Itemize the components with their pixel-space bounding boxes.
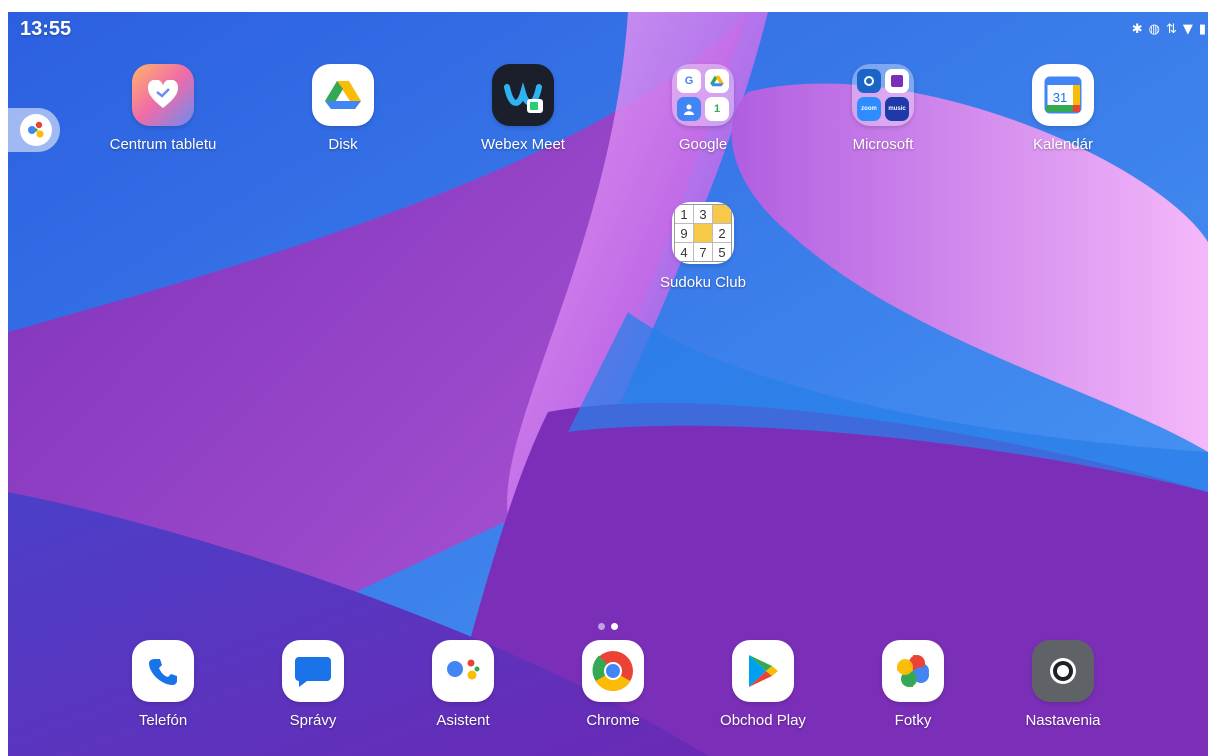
sudoku-cell: 1: [675, 205, 693, 223]
music-icon: music: [885, 97, 909, 121]
dock-app-spravy[interactable]: Správy: [233, 640, 393, 729]
settings-icon: [1032, 640, 1094, 702]
dock-app-asistent[interactable]: Asistent: [383, 640, 543, 729]
app-label: Disk: [328, 136, 358, 153]
app-disk[interactable]: Disk: [263, 64, 423, 153]
assistant-bubble-icon: [20, 114, 52, 146]
google-drive-icon: [312, 64, 374, 126]
app-label: Obchod Play: [720, 712, 806, 729]
messages-icon: [282, 640, 344, 702]
microsoft-app-icon: [857, 69, 881, 93]
app-label: Microsoft: [852, 136, 914, 153]
app-label: Nastavenia: [1025, 712, 1101, 729]
dock-app-nastavenia[interactable]: Nastavenia: [983, 640, 1143, 729]
sudoku-cell: 7: [694, 243, 712, 261]
app-label: Sudoku Club: [660, 274, 746, 291]
app-label: Webex Meet: [481, 136, 565, 153]
app-kalendar[interactable]: 31 Kalendár: [983, 64, 1143, 153]
calendar-icon: 31: [1032, 64, 1094, 126]
sudoku-cell: 9: [675, 224, 693, 242]
page-dot: [598, 623, 605, 630]
app-label: Google: [678, 136, 728, 153]
contacts-icon: [677, 97, 701, 121]
google-icon: G: [677, 69, 701, 93]
app-label: Asistent: [436, 712, 490, 729]
phone-icon: [132, 640, 194, 702]
google-one-icon: 1: [705, 97, 729, 121]
onenote-icon: [885, 69, 909, 93]
bluetooth-icon: ✱: [1131, 22, 1143, 37]
home-screen: 13:55 ✱ ◍ ⇅ ▼ ▮ Centrum tabletu Disk Web…: [8, 12, 1208, 756]
webex-icon: [492, 64, 554, 126]
app-label: Chrome: [586, 712, 640, 729]
sudoku-grid: 1 3 9 2 4 7 5: [674, 204, 732, 262]
page-indicator: [598, 623, 618, 630]
status-bar: 13:55 ✱ ◍ ⇅ ▼ ▮: [8, 12, 1208, 50]
folder-google[interactable]: G 1 Google: [623, 64, 783, 153]
sudoku-cell: 3: [694, 205, 712, 223]
sudoku-cell: 5: [713, 243, 731, 261]
google-drive-icon: [705, 69, 729, 93]
chrome-icon: [582, 640, 644, 702]
app-label: Centrum tabletu: [109, 136, 217, 153]
app-label: Fotky: [894, 712, 932, 729]
folder-icon: G 1: [672, 64, 734, 126]
app-sudoku-club[interactable]: 1 3 9 2 4 7 5 Sudoku Club: [623, 202, 783, 291]
status-clock: 13:55: [20, 18, 72, 40]
dock-app-chrome[interactable]: Chrome: [533, 640, 693, 729]
zoom-icon: zoom: [857, 97, 881, 121]
app-webex-meet[interactable]: Webex Meet: [443, 64, 603, 153]
calendar-day: 31: [1053, 90, 1067, 105]
app-label: Telefón: [138, 712, 188, 729]
sudoku-cell: [694, 224, 712, 242]
status-icons: ✱ ◍ ⇅ ▼ ▮: [1132, 22, 1206, 37]
sudoku-cell: 4: [675, 243, 693, 261]
app-label: Kalendár: [1032, 136, 1094, 153]
assistant-icon: [432, 640, 494, 702]
side-assistant-handle[interactable]: [8, 108, 60, 152]
folder-icon: zoom music: [852, 64, 914, 126]
dock-app-fotky[interactable]: Fotky: [833, 640, 993, 729]
sudoku-cell: [713, 205, 731, 223]
page-dot-active: [611, 623, 618, 630]
app-centrum-tabletu[interactable]: Centrum tabletu: [83, 64, 243, 153]
dock-app-obchod-play[interactable]: Obchod Play: [683, 640, 843, 729]
sudoku-cell: 2: [713, 224, 731, 242]
dock-app-telefon[interactable]: Telefón: [83, 640, 243, 729]
battery-icon: ▮: [1198, 22, 1206, 37]
wifi-icon: ▼: [1182, 22, 1193, 37]
app-label: Správy: [289, 712, 337, 729]
tablet-center-icon: [132, 64, 194, 126]
data-icon: ⇅: [1165, 22, 1177, 37]
play-store-icon: [732, 640, 794, 702]
vibrate-icon: ◍: [1148, 22, 1160, 37]
sudoku-icon: 1 3 9 2 4 7 5: [672, 202, 734, 264]
photos-icon: [882, 640, 944, 702]
folder-microsoft[interactable]: zoom music Microsoft: [803, 64, 963, 153]
